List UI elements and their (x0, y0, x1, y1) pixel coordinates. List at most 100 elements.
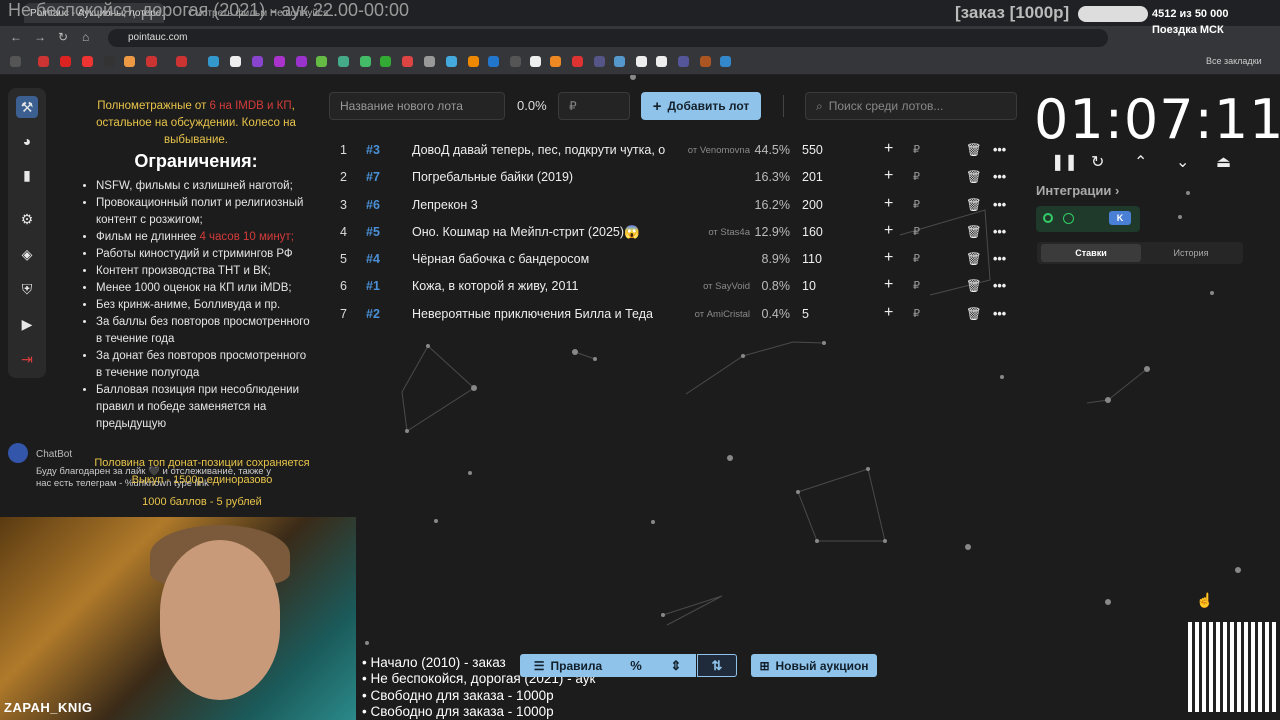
shield-icon[interactable]: ⛨ (16, 278, 38, 300)
lot-id[interactable]: #7 (366, 170, 380, 184)
lot-id[interactable]: #2 (366, 307, 380, 321)
points-integration-icon[interactable] (1063, 213, 1074, 224)
delete-icon[interactable]: 🗑 (966, 225, 982, 240)
lot-id[interactable]: #1 (366, 279, 380, 293)
bookmark-icon[interactable] (274, 56, 285, 67)
more-icon[interactable]: ••• (993, 198, 1006, 212)
bookmark-icon[interactable] (176, 56, 187, 67)
new-lot-amount-input[interactable]: ₽ (558, 92, 630, 120)
delete-icon[interactable]: 🗑 (966, 198, 982, 213)
bookmark-icon[interactable] (700, 56, 711, 67)
delete-icon[interactable]: 🗑 (966, 170, 982, 185)
bookmark-icon[interactable] (380, 56, 391, 67)
bookmark-icon[interactable] (656, 56, 667, 67)
delete-icon[interactable]: 🗑 (966, 143, 982, 158)
stats-icon[interactable]: ▮ (16, 164, 38, 186)
bookmark-icon[interactable] (82, 56, 93, 67)
add-to-lot-icon[interactable]: + (884, 167, 893, 185)
add-to-lot-icon[interactable]: + (884, 249, 893, 267)
address-bar[interactable]: pointauc.com (108, 29, 1108, 47)
rub-icon[interactable]: ₽ (913, 279, 920, 292)
add-to-lot-icon[interactable]: + (884, 222, 893, 240)
bookmark-icon[interactable] (104, 56, 115, 67)
integrations-link[interactable]: Интеграции › (1036, 183, 1119, 198)
layers-icon[interactable]: ◈ (16, 243, 38, 265)
bookmark-icon[interactable] (252, 56, 263, 67)
bookmark-icon[interactable] (230, 56, 241, 67)
more-icon[interactable]: ••• (993, 252, 1006, 266)
bookmark-icon[interactable] (146, 56, 157, 67)
rub-icon[interactable]: ₽ (913, 143, 920, 156)
media-icon[interactable]: ▶ (16, 313, 38, 335)
lot-name[interactable]: Кожа, в которой я живу, 2011 (412, 279, 578, 293)
lot-id[interactable]: #3 (366, 143, 380, 157)
more-icon[interactable]: ••• (993, 307, 1006, 321)
lot-id[interactable]: #5 (366, 225, 380, 239)
bookmark-icon[interactable] (636, 56, 647, 67)
pause-icon[interactable]: ❚❚ (1051, 152, 1078, 172)
add-to-lot-icon[interactable]: + (884, 276, 893, 294)
more-icon[interactable]: ••• (993, 170, 1006, 184)
delete-icon[interactable]: 🗑 (966, 279, 982, 294)
bookmark-icon[interactable] (208, 56, 219, 67)
bookmark-icon[interactable] (338, 56, 349, 67)
rub-icon[interactable]: ₽ (913, 170, 920, 183)
donation-integration-icon[interactable] (1043, 213, 1053, 223)
chevron-up-icon[interactable]: ⌃ (1134, 152, 1147, 172)
logout-icon[interactable]: ⇥ (16, 348, 38, 370)
sort-icon[interactable]: ⇅ (697, 654, 737, 677)
bookmark-icon[interactable] (594, 56, 605, 67)
tab-bets[interactable]: Ставки (1041, 244, 1141, 262)
bookmark-icon[interactable] (60, 56, 71, 67)
delete-icon[interactable]: 🗑 (966, 252, 982, 267)
new-auction-button[interactable]: ⊞ Новый аукцион (751, 654, 877, 677)
auction-hammer-icon[interactable]: ⚒ (16, 96, 38, 118)
tab-history[interactable]: История (1141, 244, 1241, 262)
add-lot-button[interactable]: + Добавить лот (641, 92, 761, 120)
add-to-lot-icon[interactable]: + (884, 304, 893, 322)
bookmark-icon[interactable] (402, 56, 413, 67)
lot-name[interactable]: Погребальные байки (2019) (412, 170, 573, 184)
bookmark-icon[interactable] (446, 56, 457, 67)
lot-name[interactable]: Лепрекон 3 (412, 198, 478, 212)
add-to-lot-icon[interactable]: + (884, 195, 893, 213)
back-icon[interactable]: ← (10, 30, 22, 44)
more-icon[interactable]: ••• (993, 143, 1006, 157)
rub-icon[interactable]: ₽ (913, 198, 920, 211)
bookmark-icon[interactable] (678, 56, 689, 67)
rub-icon[interactable]: ₽ (913, 307, 920, 320)
rules-button[interactable]: ☰ Правила (520, 654, 616, 677)
bookmark-icon[interactable] (720, 56, 731, 67)
more-icon[interactable]: ••• (993, 225, 1006, 239)
bookmark-icon[interactable] (38, 56, 49, 67)
bookmark-icon[interactable] (468, 56, 479, 67)
settings-icon[interactable]: ⚙ (16, 208, 38, 230)
vk-integration-icon[interactable]: K (1109, 211, 1131, 225)
more-icon[interactable]: ••• (993, 279, 1006, 293)
rub-icon[interactable]: ₽ (913, 252, 920, 265)
eject-icon[interactable]: ⏏ (1216, 152, 1231, 172)
wheel-icon[interactable]: ◕ (16, 130, 38, 152)
all-bookmarks[interactable]: Все закладки (1206, 56, 1262, 66)
lot-name[interactable]: Невероятные приключения Билла и Теда (412, 307, 653, 321)
bookmark-icon[interactable] (614, 56, 625, 67)
add-to-lot-icon[interactable]: + (884, 140, 893, 158)
reload-icon[interactable]: ↻ (58, 30, 68, 44)
lot-id[interactable]: #4 (366, 252, 380, 266)
restart-icon[interactable]: ↻ (1091, 152, 1104, 172)
bookmark-icon[interactable] (510, 56, 521, 67)
bookmark-icon[interactable] (124, 56, 135, 67)
chevron-down-icon[interactable]: ⌄ (1176, 152, 1189, 172)
bookmark-icon[interactable] (550, 56, 561, 67)
split-icon[interactable]: ⇕ (656, 654, 696, 677)
percent-button[interactable]: % (616, 654, 656, 677)
new-lot-name-input[interactable]: Название нового лота (329, 92, 505, 120)
bookmark-icon[interactable] (572, 56, 583, 67)
lot-name[interactable]: ДовоД давай теперь, пес, подкрути чутка,… (412, 143, 665, 157)
lot-id[interactable]: #6 (366, 198, 380, 212)
search-lots-input[interactable]: ⌕ Поиск среди лотов... (805, 92, 1017, 120)
forward-icon[interactable]: → (34, 30, 46, 44)
apps-icon[interactable] (10, 56, 21, 67)
bookmark-icon[interactable] (316, 56, 327, 67)
bookmark-icon[interactable] (360, 56, 371, 67)
